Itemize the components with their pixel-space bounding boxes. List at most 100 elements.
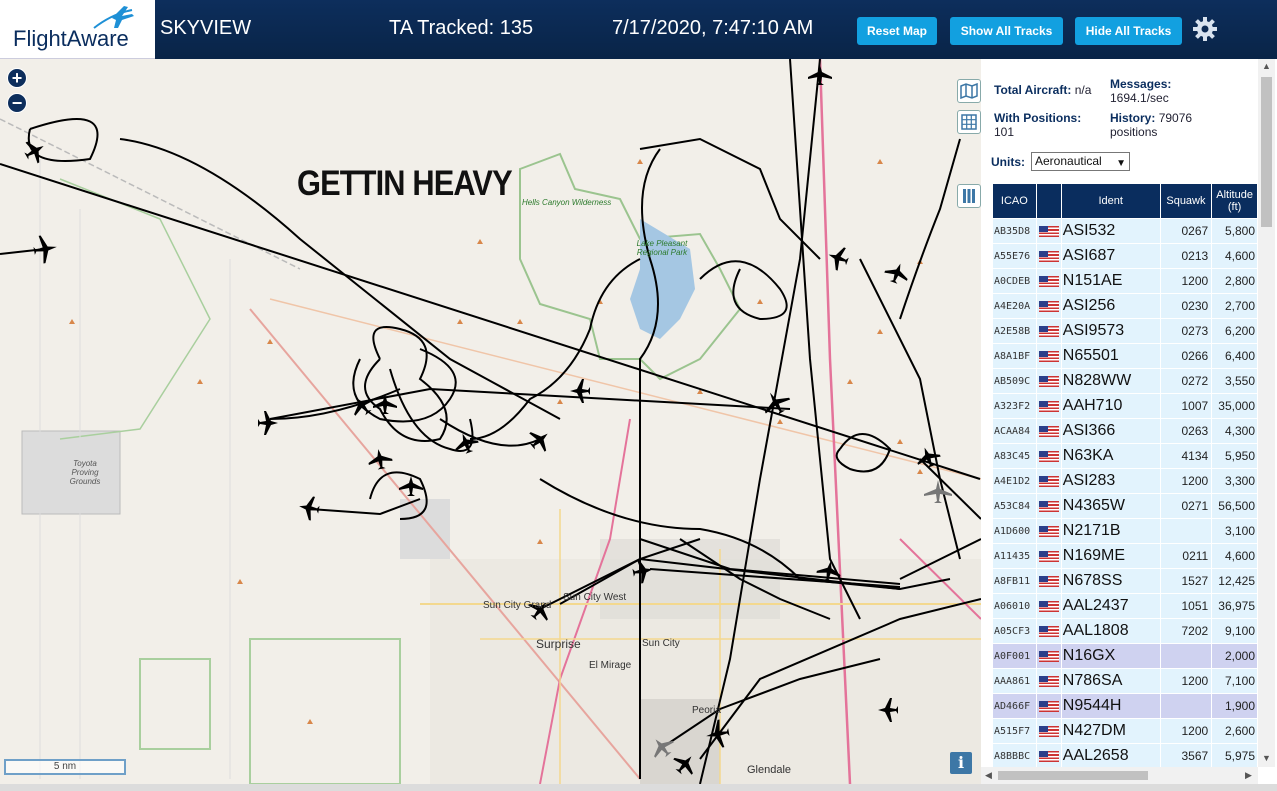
table-row[interactable]: AB509C N828WW 0272 3,550 bbox=[992, 368, 1258, 394]
cell-icao: A0F001 bbox=[992, 643, 1037, 669]
toggle-sidebar-button[interactable] bbox=[957, 184, 981, 208]
scroll-down-icon[interactable]: ▼ bbox=[1262, 753, 1271, 763]
cell-squawk bbox=[1159, 643, 1213, 669]
table-row[interactable]: A06010 AAL2437 1051 36,975 bbox=[992, 593, 1258, 619]
total-aircraft-value: n/a bbox=[1074, 83, 1092, 97]
scroll-left-icon[interactable]: ◀ bbox=[985, 770, 992, 781]
cell-icao: A515F7 bbox=[992, 718, 1037, 744]
cell-altitude: 3,300 bbox=[1211, 468, 1258, 494]
place-surprise: Surprise bbox=[536, 637, 581, 651]
cell-flag bbox=[1035, 743, 1062, 769]
table-row[interactable]: A11435 N169ME 0211 4,600 bbox=[992, 543, 1258, 569]
scroll-thumb[interactable] bbox=[1261, 77, 1272, 227]
us-flag-icon bbox=[1038, 425, 1059, 437]
table-row[interactable]: A4E20A ASI256 0230 2,700 bbox=[992, 293, 1258, 319]
cell-squawk: 1051 bbox=[1159, 593, 1213, 619]
table-row[interactable]: A8A1BF N65501 0266 6,400 bbox=[992, 343, 1258, 369]
units-label: Units: bbox=[991, 155, 1025, 169]
reset-map-button[interactable]: Reset Map bbox=[857, 17, 937, 45]
table-row[interactable]: A55E76 ASI687 0213 4,600 bbox=[992, 243, 1258, 269]
cell-icao: A11435 bbox=[992, 543, 1037, 569]
top-bar: FlightAware SKYVIEW TA Tracked: 135 7/17… bbox=[0, 0, 1277, 59]
info-button[interactable]: i bbox=[950, 752, 972, 774]
table-row[interactable]: A05CF3 AAL1808 7202 9,100 bbox=[992, 618, 1258, 644]
table-header-row: ICAO Ident Squawk Altitude (ft) bbox=[992, 183, 1258, 219]
cell-ident: AAH710 bbox=[1060, 393, 1161, 419]
place-sun-city: Sun City bbox=[642, 638, 680, 649]
table-row[interactable]: A515F7 N427DM 1200 2,600 bbox=[992, 718, 1258, 744]
cell-icao: A06010 bbox=[992, 593, 1037, 619]
table-row[interactable]: AAA861 N786SA 1200 7,100 bbox=[992, 668, 1258, 694]
history-unit: positions bbox=[1110, 125, 1158, 139]
cell-icao: AAA861 bbox=[992, 668, 1037, 694]
table-row[interactable]: AD466F N9544H 1,900 bbox=[992, 693, 1258, 719]
table-row[interactable]: ACAA84 ASI366 0263 4,300 bbox=[992, 418, 1258, 444]
show-all-tracks-button[interactable]: Show All Tracks bbox=[950, 17, 1063, 45]
table-row[interactable]: A0F001 N16GX 2,000 bbox=[992, 643, 1258, 669]
us-flag-icon bbox=[1038, 700, 1059, 712]
logo-text: FlightAware bbox=[13, 26, 129, 51]
cell-altitude: 2,700 bbox=[1211, 293, 1258, 319]
map-icon bbox=[960, 83, 978, 99]
grid-overlay-button[interactable] bbox=[957, 110, 981, 134]
cell-flag bbox=[1035, 318, 1062, 344]
cell-ident: N4365W bbox=[1060, 493, 1161, 519]
cell-altitude: 4,600 bbox=[1211, 543, 1258, 569]
cell-ident: N169ME bbox=[1060, 543, 1161, 569]
cell-flag bbox=[1035, 543, 1062, 569]
cell-icao: AB509C bbox=[992, 368, 1037, 394]
table-row[interactable]: A83C45 N63KA 4134 5,950 bbox=[992, 443, 1258, 469]
sidebar-horizontal-scrollbar[interactable]: ◀ ▶ bbox=[981, 767, 1258, 784]
cell-icao: A4E1D2 bbox=[992, 468, 1037, 494]
col-icao[interactable]: ICAO bbox=[992, 183, 1037, 219]
scroll-up-icon[interactable]: ▲ bbox=[1262, 61, 1271, 71]
cell-squawk: 0263 bbox=[1159, 418, 1213, 444]
cell-altitude: 56,500 bbox=[1211, 493, 1258, 519]
cell-icao: A323F2 bbox=[992, 393, 1037, 419]
cell-ident: N65501 bbox=[1060, 343, 1161, 369]
cell-flag bbox=[1035, 518, 1062, 544]
cell-squawk: 4134 bbox=[1159, 443, 1213, 469]
cell-squawk: 1007 bbox=[1159, 393, 1213, 419]
cell-altitude: 2,800 bbox=[1211, 268, 1258, 294]
cell-flag bbox=[1035, 468, 1062, 494]
table-row[interactable]: A323F2 AAH710 1007 35,000 bbox=[992, 393, 1258, 419]
units-value: Aeronautical bbox=[1035, 154, 1102, 168]
units-select[interactable]: Aeronautical ▼ bbox=[1031, 152, 1130, 171]
sidebar-vertical-scrollbar[interactable]: ▲ ▼ bbox=[1258, 59, 1275, 767]
col-flag[interactable] bbox=[1035, 183, 1062, 219]
zoom-out-button[interactable]: − bbox=[7, 93, 27, 113]
cell-flag bbox=[1035, 668, 1062, 694]
table-row[interactable]: A8FB11 N678SS 1527 12,425 bbox=[992, 568, 1258, 594]
col-altitude[interactable]: Altitude (ft) bbox=[1211, 183, 1258, 219]
table-row[interactable]: A0CDEB N151AE 1200 2,800 bbox=[992, 268, 1258, 294]
columns-icon bbox=[963, 189, 975, 203]
table-row[interactable]: A2E58B ASI9573 0273 6,200 bbox=[992, 318, 1258, 344]
table-row[interactable]: A4E1D2 ASI283 1200 3,300 bbox=[992, 468, 1258, 494]
table-row[interactable]: A1D600 N2171B 3,100 bbox=[992, 518, 1258, 544]
us-flag-icon bbox=[1038, 350, 1059, 362]
aircraft-table-body: AB35D8 ASI532 0267 5,800 A55E76 ASI687 0213 4,6… bbox=[992, 218, 1258, 769]
scroll-right-icon[interactable]: ▶ bbox=[1245, 770, 1252, 781]
table-row[interactable]: AB35D8 ASI532 0267 5,800 bbox=[992, 218, 1258, 244]
grid-icon bbox=[961, 114, 977, 130]
cell-squawk: 0271 bbox=[1159, 493, 1213, 519]
table-row[interactable]: A53C84 N4365W 0271 56,500 bbox=[992, 493, 1258, 519]
cell-altitude: 5,950 bbox=[1211, 443, 1258, 469]
col-squawk[interactable]: Squawk bbox=[1159, 183, 1213, 219]
hscroll-thumb[interactable] bbox=[998, 771, 1148, 780]
map-layer-button[interactable] bbox=[957, 79, 981, 103]
map-view[interactable]: Hells Canyon Wilderness Lake Pleasant Re… bbox=[0, 59, 981, 784]
hide-all-tracks-button[interactable]: Hide All Tracks bbox=[1075, 17, 1182, 45]
cell-flag bbox=[1035, 368, 1062, 394]
history-stat: History: 79076 positions bbox=[1110, 111, 1192, 139]
gear-icon[interactable] bbox=[1191, 15, 1219, 43]
table-row[interactable]: A8BBBC AAL2658 3567 5,975 bbox=[992, 743, 1258, 769]
flightaware-logo[interactable]: FlightAware bbox=[0, 0, 155, 59]
messages-value: 1694.1/sec bbox=[1110, 91, 1169, 105]
col-ident[interactable]: Ident bbox=[1060, 183, 1161, 219]
cell-icao: A4E20A bbox=[992, 293, 1037, 319]
us-flag-icon bbox=[1038, 250, 1059, 262]
cell-ident: N678SS bbox=[1060, 568, 1161, 594]
zoom-in-button[interactable]: + bbox=[7, 68, 27, 88]
